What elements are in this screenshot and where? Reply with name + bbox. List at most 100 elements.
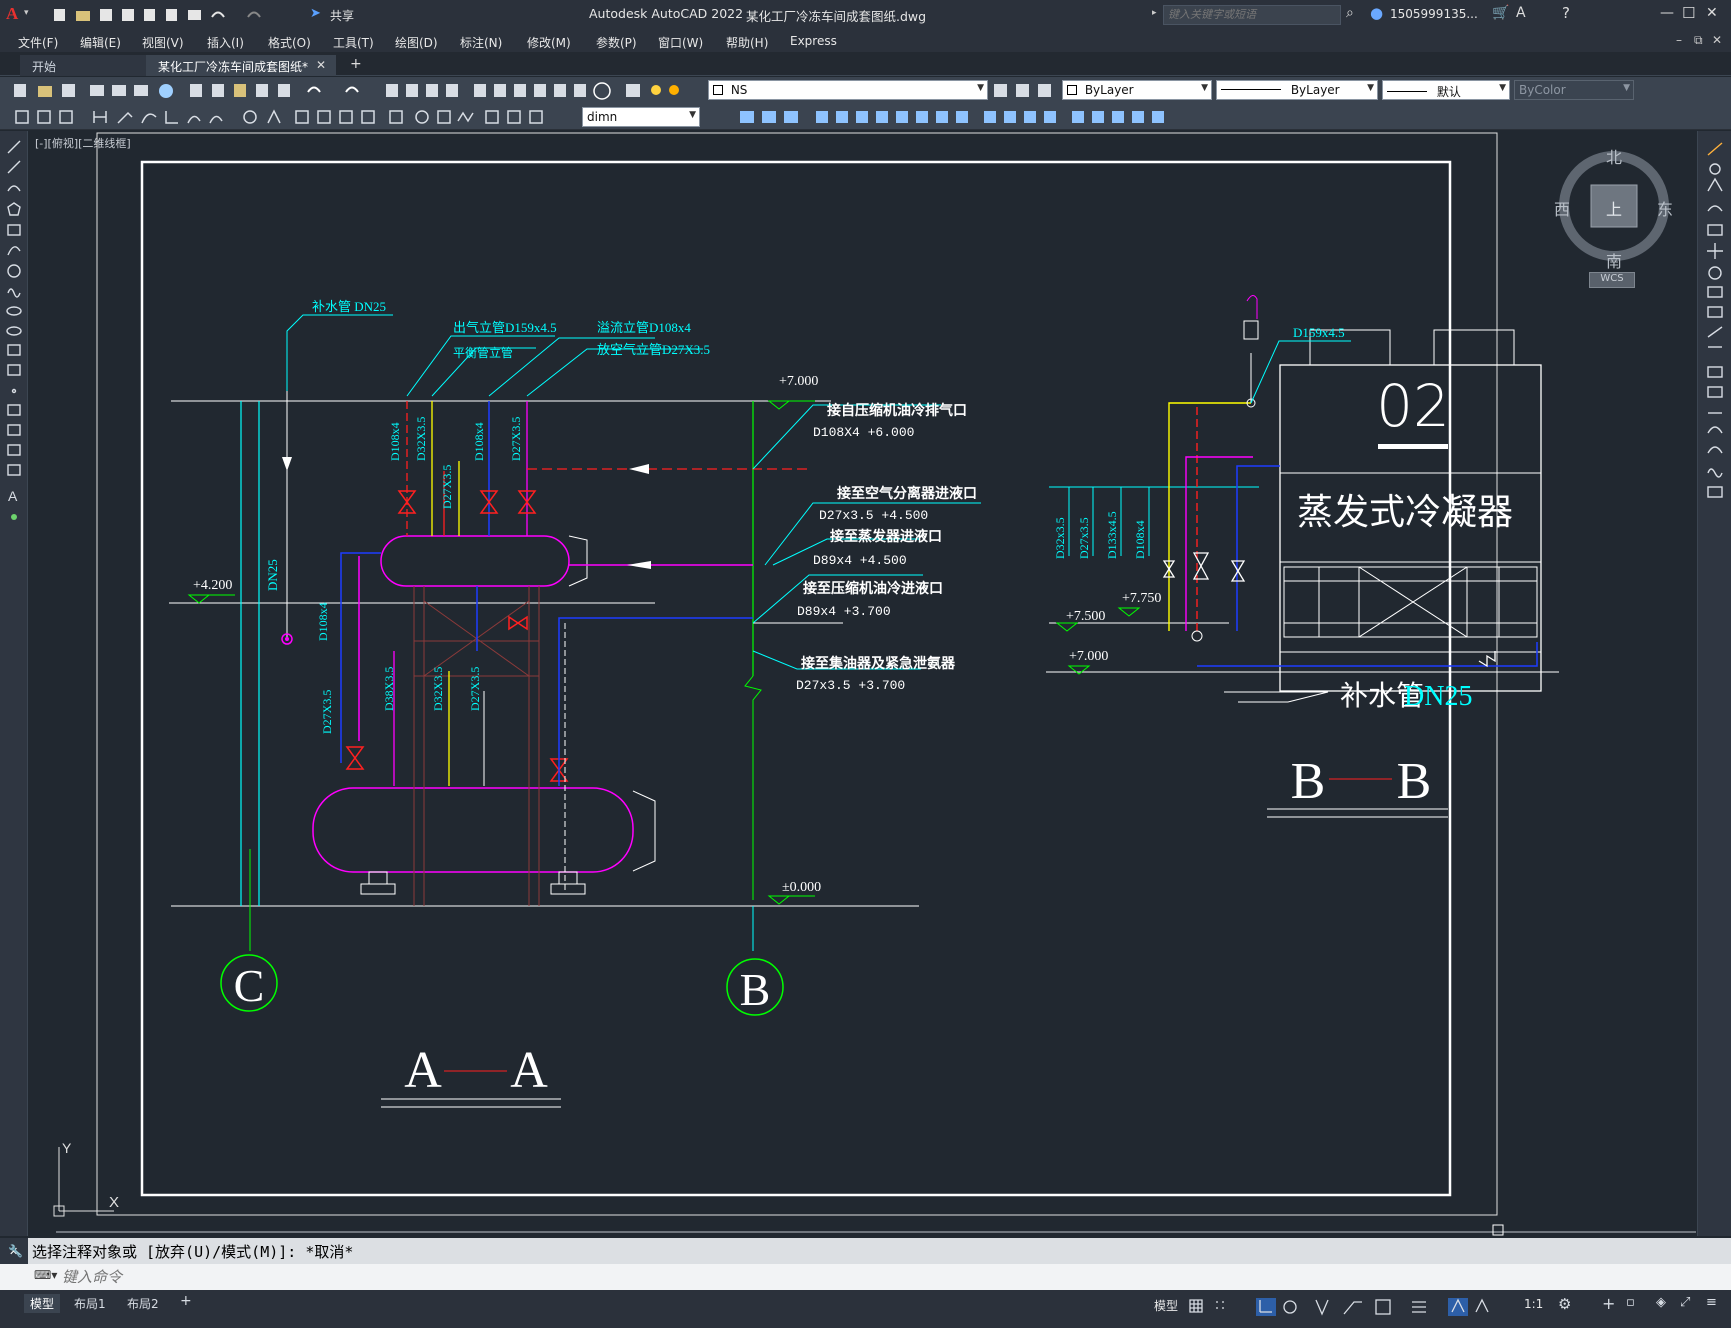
chevron-down-icon: ▼ bbox=[977, 83, 984, 93]
draw-tools-icons[interactable]: A bbox=[0, 131, 28, 601]
layout-tab-2[interactable]: 布局2 bbox=[127, 1295, 159, 1312]
section-aa-drawing: +7.000 +4.200 ±0.000 DN25 D108x4 D32X3.5… bbox=[169, 299, 981, 1108]
pan-icon bbox=[386, 84, 398, 97]
autocad-logo-icon[interactable]: A bbox=[6, 4, 18, 24]
search-input[interactable] bbox=[1163, 5, 1341, 25]
calc-icon bbox=[574, 84, 586, 97]
viewcube-west[interactable]: 西 bbox=[1554, 196, 1570, 220]
publish-icon bbox=[134, 85, 148, 96]
standard-toolbar-icons[interactable] bbox=[6, 81, 686, 101]
new-tab-icon[interactable]: + bbox=[350, 56, 362, 72]
minimize-button[interactable]: — bbox=[1660, 5, 1674, 21]
doc-min-icon[interactable]: – bbox=[1676, 33, 1682, 47]
command-prompt-icon[interactable]: ⌨▾ bbox=[34, 1268, 57, 1282]
model-space-button[interactable]: 模型 bbox=[1154, 1297, 1178, 1314]
linetype-sample bbox=[1221, 89, 1281, 90]
isolate-icon[interactable]: ◈ bbox=[1656, 1295, 1666, 1310]
section-aa-right: A bbox=[510, 1042, 548, 1099]
viewcube[interactable]: 北 南 东 西 上 bbox=[1553, 144, 1675, 271]
autodesk-app-icon[interactable]: A bbox=[1516, 5, 1526, 21]
viewcube-top[interactable]: 上 bbox=[1606, 196, 1622, 220]
menu-file[interactable]: 文件(F) bbox=[18, 34, 58, 51]
qopen-icon bbox=[38, 86, 52, 97]
customize-icon[interactable]: ≡ bbox=[1706, 1295, 1717, 1310]
search-expand-icon[interactable]: ▸ bbox=[1152, 8, 1157, 18]
close-button[interactable]: ✕ bbox=[1706, 5, 1718, 21]
color-dropdown[interactable]: ByLayer ▼ bbox=[1062, 80, 1212, 100]
app-menu-chevron-icon[interactable]: ▾ bbox=[24, 8, 29, 18]
menu-dimension[interactable]: 标注(N) bbox=[460, 34, 502, 51]
qsave-icon bbox=[62, 84, 75, 97]
share-icon[interactable]: ➤ bbox=[310, 6, 321, 21]
add-layout-icon[interactable]: + bbox=[180, 1293, 192, 1309]
lineweight-dropdown[interactable]: 默认 ▼ bbox=[1382, 80, 1510, 100]
menu-window[interactable]: 窗口(W) bbox=[658, 34, 703, 51]
tab-start[interactable]: 开始 bbox=[20, 55, 146, 76]
dimension-toolbar-icons[interactable] bbox=[6, 107, 582, 127]
viewcube-north[interactable]: 北 bbox=[1606, 144, 1622, 168]
command-input[interactable] bbox=[62, 1267, 1722, 1287]
color-value: ByLayer bbox=[1084, 83, 1134, 97]
maximize-button[interactable]: ☐ bbox=[1682, 4, 1695, 22]
cart-icon[interactable]: 🛒 bbox=[1492, 5, 1509, 21]
layer-tools-icons[interactable] bbox=[988, 81, 1058, 101]
menu-express[interactable]: Express bbox=[790, 34, 837, 48]
zoom-window-icon bbox=[426, 84, 438, 97]
command-settings-icon[interactable]: 🔧 bbox=[8, 1244, 23, 1258]
help-icon[interactable]: ? bbox=[1562, 4, 1570, 22]
menu-modify[interactable]: 修改(M) bbox=[527, 34, 571, 51]
layer-props-icon bbox=[626, 84, 640, 97]
isometric-icon bbox=[1343, 1301, 1362, 1315]
menu-format[interactable]: 格式(O) bbox=[268, 34, 311, 51]
vlabel-1: D108x4 bbox=[388, 422, 402, 461]
zoom-previous-icon bbox=[446, 84, 458, 97]
layer-dropdown[interactable]: NS ▼ bbox=[708, 80, 988, 100]
linetype-dropdown[interactable]: ByLayer ▼ bbox=[1216, 80, 1378, 100]
modify-tools-icons[interactable] bbox=[1698, 131, 1731, 531]
menu-draw[interactable]: 绘图(D) bbox=[395, 34, 438, 51]
tab-drawing[interactable]: 某化工厂冷冻车间成套图纸* bbox=[146, 55, 336, 76]
layout-tab-1[interactable]: 布局1 bbox=[74, 1295, 106, 1312]
new-icon bbox=[54, 9, 65, 21]
menu-insert[interactable]: 插入(I) bbox=[207, 34, 244, 51]
drawing-canvas[interactable]: [-][俯视][二维线框] +7.000 +4.200 ±0.000 DN25 … bbox=[29, 131, 1696, 1238]
copy-icon bbox=[212, 84, 224, 97]
vlabel-9: D32X3.5 bbox=[431, 667, 445, 711]
annotation-scale[interactable]: 1:1 bbox=[1524, 1297, 1543, 1311]
user-icon[interactable]: ● bbox=[1370, 4, 1383, 22]
save-as-icon bbox=[122, 9, 134, 21]
conn-5-spec: D27x3.5 +3.700 bbox=[796, 678, 905, 693]
plotstyle-dropdown[interactable]: ByColor ▼ bbox=[1514, 80, 1634, 100]
wcs-menu[interactable]: WCS bbox=[1589, 272, 1635, 288]
search-icon[interactable]: ⌕ bbox=[1346, 5, 1354, 21]
doc-close-icon[interactable]: ✕ bbox=[1712, 33, 1722, 47]
chevron-down-icon: ▼ bbox=[1201, 83, 1208, 93]
units-icon[interactable]: ▫ bbox=[1626, 1295, 1635, 1310]
fullscreen-icon[interactable]: ⤢ bbox=[1680, 1295, 1690, 1310]
3d-dwf-icon bbox=[159, 84, 173, 98]
modify-toolbar-icons[interactable] bbox=[704, 107, 1224, 127]
tab-close-icon[interactable]: ✕ bbox=[316, 58, 326, 72]
menu-parametric[interactable]: 参数(P) bbox=[596, 34, 637, 51]
section-aa-left: A bbox=[404, 1042, 442, 1099]
viewcube-east[interactable]: 东 bbox=[1657, 196, 1673, 220]
gear-icon[interactable]: ⚙ bbox=[1558, 1295, 1571, 1313]
dimstyle-dropdown[interactable]: dimn ▼ bbox=[582, 107, 700, 127]
linetype-value: ByLayer bbox=[1290, 83, 1340, 97]
menu-edit[interactable]: 编辑(E) bbox=[80, 34, 121, 51]
user-name[interactable]: 1505999135... bbox=[1390, 7, 1478, 21]
menu-view[interactable]: 视图(V) bbox=[142, 34, 184, 51]
layout-tab-model[interactable]: 模型 bbox=[24, 1294, 61, 1313]
level-0000: ±0.000 bbox=[782, 880, 821, 895]
condenser-number: 02 bbox=[1376, 372, 1450, 440]
sheetset-icon bbox=[534, 84, 546, 97]
share-button[interactable]: 共享 bbox=[330, 7, 354, 24]
menu-tools[interactable]: 工具(T) bbox=[333, 34, 374, 51]
cut-icon bbox=[190, 84, 202, 97]
viewcube-south[interactable]: 南 bbox=[1606, 248, 1622, 272]
doc-restore-icon[interactable]: ⧉ bbox=[1694, 33, 1703, 48]
add-icon[interactable]: + bbox=[1602, 1294, 1615, 1313]
vlabel-4: D27X3.5 bbox=[509, 417, 523, 461]
vlabel-2: D32X3.5 bbox=[414, 417, 428, 461]
menu-help[interactable]: 帮助(H) bbox=[726, 34, 768, 51]
